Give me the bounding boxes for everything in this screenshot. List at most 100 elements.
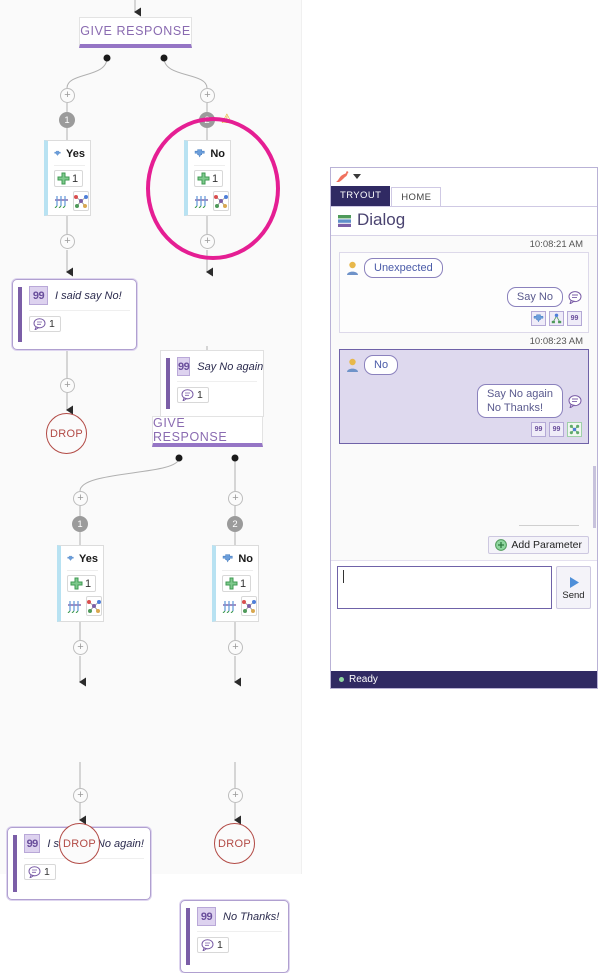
response-accent-bar [13,835,17,892]
response-footer: 1 [177,381,257,406]
add-node-button[interactable]: + [228,788,243,803]
slots-icon[interactable] [67,597,82,615]
response-text: No Thanks! [223,910,280,923]
message-input[interactable] [337,566,552,609]
intent-header: Yes [67,550,98,571]
add-node-button[interactable]: + [200,234,215,249]
response-text: Say No again [197,360,264,373]
response-count-box[interactable]: 1 [24,864,56,880]
entity-graph-icon[interactable] [241,596,257,616]
add-node-button[interactable]: + [60,88,75,103]
intent-node-no[interactable]: No 1 [212,545,259,622]
send-button[interactable]: Send [556,566,591,609]
node-icon[interactable] [567,422,582,437]
add-node-button[interactable]: + [73,788,88,803]
intent-tools-row [222,596,257,616]
text-caret [343,570,344,583]
slots-icon[interactable] [222,597,237,615]
tab-home[interactable]: HOME [391,187,442,206]
response-count-box[interactable]: 1 [197,937,229,953]
quote-icon[interactable]: 99 [531,422,546,437]
intent-node-yes[interactable]: Yes 1 [57,545,104,622]
intent-sample-row: 1 [222,575,253,592]
add-parameter-button[interactable]: Add Parameter [488,536,589,554]
response-header: 99 Say No again [177,357,263,376]
plus-icon [70,577,83,590]
dialog-flow-canvas[interactable]: GIVE RESPONSE + + 1 2 ⚠ Yes 1 No 1 + + 9… [0,0,302,973]
response-count-box[interactable]: 1 [177,387,209,403]
response-node-say-no-again[interactable]: 99 Say No again 1 [160,350,264,417]
intent-icon[interactable] [531,311,546,326]
message-timestamp: 10:08:23 AM [529,336,583,347]
add-node-button[interactable]: + [73,491,88,506]
quote-icon: 99 [24,834,41,853]
intent-tools-row [67,596,102,616]
message-group[interactable]: Unexpected Say No 99 [339,252,589,333]
add-node-button[interactable]: + [200,88,215,103]
give-response-node-1[interactable]: GIVE RESPONSE [79,17,192,48]
bot-message-row: Say No [346,287,582,307]
chevron-down-icon[interactable] [353,173,361,180]
add-node-button[interactable]: + [228,491,243,506]
intent-node-yes[interactable]: Yes 1 [44,140,91,216]
dialog-icon [338,214,351,227]
status-indicator-icon [339,677,344,682]
drop-node[interactable]: DROP [214,823,255,864]
speech-bubble-icon [28,866,41,878]
message-timestamp: 10:08:21 AM [529,239,583,250]
response-count-box[interactable]: 1 [29,316,61,332]
intent-header: Yes [54,145,85,166]
response-count: 1 [49,318,55,330]
sample-count-box[interactable]: 1 [67,575,97,592]
speech-bubble-icon [201,939,214,951]
slots-icon[interactable] [54,192,69,210]
ribbon-tabs[interactable]: TRYOUT HOME [331,186,597,207]
branch-badge-1: 1 [59,112,75,128]
page-title: Dialog [357,210,406,229]
give-response-node-2[interactable]: GIVE RESPONSE [152,416,263,447]
add-node-button[interactable]: + [228,640,243,655]
entity-icon[interactable] [549,311,564,326]
response-count: 1 [44,866,50,878]
quote-icon[interactable]: 99 [549,422,564,437]
sample-count-box[interactable]: 1 [222,575,252,592]
response-header: 99 I said say No! [29,286,130,305]
plus-icon [57,172,70,185]
response-count: 1 [197,389,203,401]
message-action-icons[interactable]: 99 99 [346,422,582,437]
entity-graph-icon[interactable] [73,191,89,211]
panel-title-row: Dialog [331,207,597,236]
quote-icon[interactable]: 99 [567,311,582,326]
bot-message-text: Say No [506,287,563,307]
message-group-selected[interactable]: No Say No again No Thanks! 99 99 [339,349,589,444]
response-text: I said say No! [55,289,122,302]
intent-icon [54,150,61,156]
response-node-no-thanks[interactable]: 99 No Thanks! 1 [180,900,289,973]
intent-label: Yes [79,552,98,565]
flamingo-icon [336,170,349,182]
speech-bubble-icon [33,318,46,330]
message-list[interactable]: 10:08:21 AM Unexpected Say No 99 10:08:2… [331,236,597,561]
status-bar: Ready [331,671,597,688]
drop-node[interactable]: DROP [46,413,87,454]
response-accent-bar [18,287,22,342]
tab-tryout[interactable]: TRYOUT [331,186,391,206]
user-message-row: No [346,355,582,375]
response-node-i-said-say-no[interactable]: 99 I said say No! 1 [12,279,137,350]
composer[interactable]: Send [331,561,597,614]
scrollbar-thumb[interactable] [593,466,596,528]
drop-node[interactable]: DROP [59,823,100,864]
message-action-icons[interactable]: 99 [346,311,582,326]
intent-header: No [222,550,253,571]
entity-graph-icon[interactable] [86,596,102,616]
intent-label: Yes [66,147,85,160]
add-node-button[interactable]: + [60,378,75,393]
response-accent-bar [166,358,170,409]
add-node-button[interactable]: + [73,640,88,655]
tryout-chat-panel[interactable]: TRYOUT HOME Dialog 10:08:21 AM Unexpecte… [330,167,598,689]
intent-tools-row [54,191,89,211]
add-node-button[interactable]: + [60,234,75,249]
message-scrollbar[interactable] [592,296,597,536]
response-footer: 1 [29,310,130,335]
sample-count-box[interactable]: 1 [54,170,84,187]
